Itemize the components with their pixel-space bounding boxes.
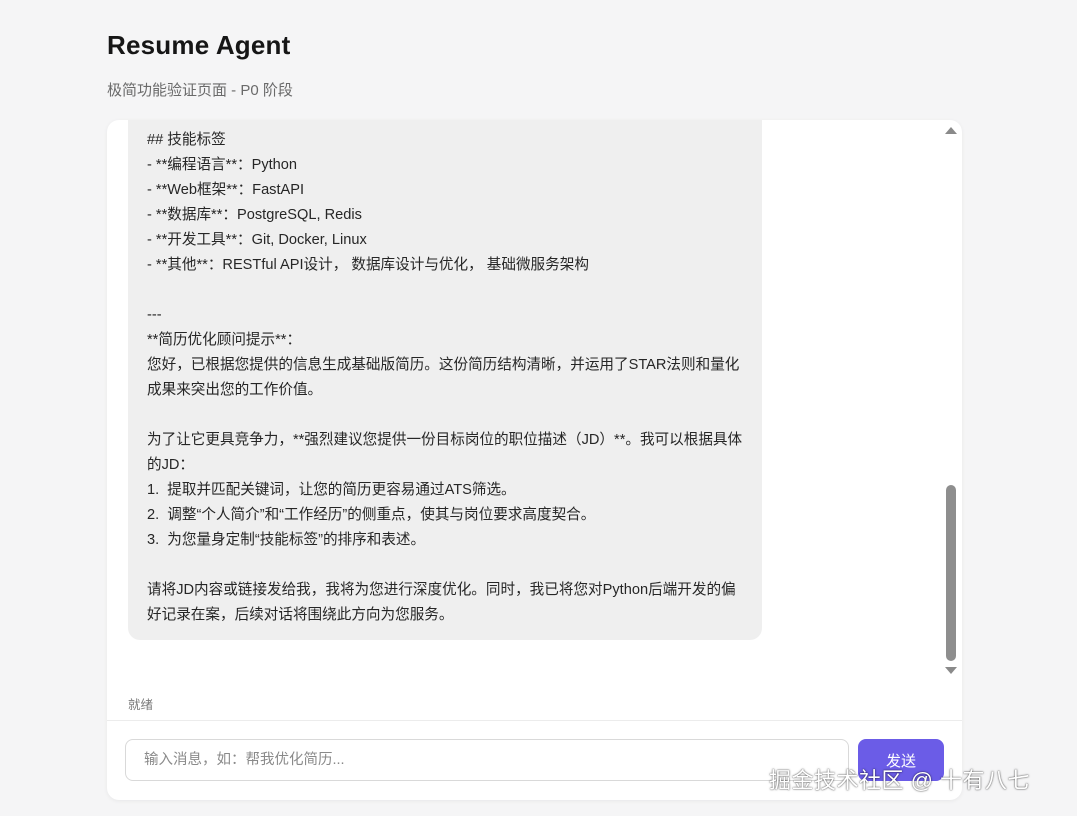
message-line — [147, 403, 744, 428]
message-line: - **编程语言**：Python — [147, 157, 298, 173]
app-subtitle: 极简功能验证页面 - P0 阶段 — [107, 82, 293, 99]
message-line: 请将JD内容或链接发给我，我将为您进行深度优化。同时，我已将您对Python后端… — [147, 582, 736, 623]
message-line: **简历优化顾问提示**： — [147, 332, 302, 348]
message-line: 3. 为您量身定制“技能标签”的排序和表述。 — [147, 532, 426, 548]
message-line: 您好，已根据您提供的信息生成基础版简历。这份简历结构清晰，并运用了STAR法则和… — [147, 357, 740, 398]
message-line: 1. 提取并匹配关键词，让您的简历更容易通过ATS筛选。 — [147, 482, 516, 498]
message-line: 2. 调整“个人简介”和“工作经历”的侧重点，使其与岗位要求高度契合。 — [147, 507, 596, 523]
message-line: 为了让它更具竞争力，**强烈建议您提供一份目标岗位的职位描述（JD）**。我可以… — [147, 432, 743, 473]
scroll-down-arrow-icon[interactable] — [945, 667, 957, 674]
scrollbar-thumb[interactable] — [946, 485, 956, 661]
message-line — [147, 553, 744, 578]
message-line: - **数据库**：PostgreSQL, Redis — [147, 207, 362, 223]
divider — [107, 720, 962, 721]
app-title: Resume Agent — [107, 30, 291, 60]
page: Resume Agent 极简功能验证页面 - P0 阶段 ## 技能标签 - *… — [0, 0, 1077, 816]
message-list[interactable]: ## 技能标签 - **编程语言**：Python - **Web框架**：Fast… — [107, 120, 962, 680]
assistant-message-bubble: ## 技能标签 - **编程语言**：Python - **Web框架**：Fast… — [128, 120, 762, 640]
message-list-scrollbar[interactable] — [942, 120, 962, 680]
message-input[interactable] — [125, 739, 849, 781]
status-text: 就绪 — [128, 698, 154, 712]
message-line: - **开发工具**：Git, Docker, Linux — [147, 232, 367, 248]
chat-card: ## 技能标签 - **编程语言**：Python - **Web框架**：Fast… — [107, 120, 962, 800]
watermark: 掘金技术社区 @ 十有八七 — [769, 768, 1031, 793]
message-line: --- — [147, 307, 162, 323]
message-line: - **Web框架**：FastAPI — [147, 182, 305, 198]
message-line: - **其他**：RESTful API设计， 数据库设计与优化， 基础微服务架… — [147, 257, 589, 273]
message-line: ## 技能标签 — [147, 132, 226, 148]
message-line — [147, 278, 744, 303]
scroll-up-arrow-icon[interactable] — [945, 127, 957, 134]
page-header: Resume Agent 极简功能验证页面 - P0 阶段 — [107, 30, 293, 100]
